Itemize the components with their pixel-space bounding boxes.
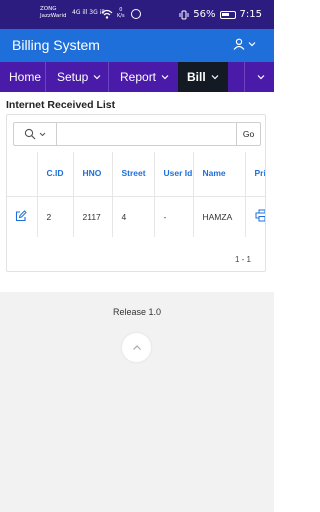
page-title: Internet Received List <box>6 99 116 111</box>
nav-report-label: Report <box>120 70 157 84</box>
go-button[interactable]: Go <box>236 123 260 145</box>
chevron-down-icon <box>93 75 101 80</box>
cell-hno: 2117 <box>73 196 113 237</box>
search-icon <box>24 128 36 140</box>
column-header-hno[interactable]: HNO <box>73 152 113 197</box>
table-row: 2 2117 4 - HAMZA <box>7 196 265 237</box>
chevron-down-icon <box>39 132 46 136</box>
clock: 7:15 <box>239 9 262 20</box>
user-icon <box>233 38 245 50</box>
status-right: 56% 7:15 <box>179 9 262 20</box>
user-menu[interactable] <box>233 38 256 50</box>
carrier-info: ZONG JazzWarid <box>40 6 67 20</box>
report-panel: Go C.ID HNO Street User Id Name Pri 2 21… <box>6 114 266 272</box>
battery-percent: 56% <box>193 9 216 20</box>
nav-home-label: Home <box>9 70 42 84</box>
chevron-down-icon <box>161 75 169 80</box>
search-column-selector[interactable] <box>14 123 57 145</box>
table-header-row: C.ID HNO Street User Id Name Pri <box>7 152 265 197</box>
nav-bill-label: Bill <box>187 70 206 84</box>
edit-icon[interactable] <box>15 209 27 222</box>
column-header-street[interactable]: Street <box>112 152 155 197</box>
column-header-edit <box>7 152 38 197</box>
chevron-down-icon <box>248 42 256 47</box>
column-header-name[interactable]: Name <box>193 152 246 197</box>
battery-icon <box>219 10 236 19</box>
nav-divider <box>108 62 109 92</box>
column-header-print[interactable]: Pri <box>245 152 265 197</box>
cell-user-id: - <box>154 196 194 237</box>
nav-bill[interactable]: Bill <box>178 62 228 92</box>
scroll-top-button[interactable] <box>122 333 151 362</box>
pagination-info: 1 - 1 <box>234 255 251 264</box>
print-cell <box>245 196 265 237</box>
speed-unit: K/s <box>117 13 125 19</box>
chevron-down-icon <box>211 75 219 80</box>
nav-setup-label: Setup <box>57 70 89 84</box>
nav-report[interactable]: Report <box>120 62 169 92</box>
cell-cid: 2 <box>37 196 74 237</box>
nav-setup[interactable]: Setup <box>57 62 101 92</box>
footer: Release 1.0 <box>0 292 274 512</box>
main-nav: Home Setup Report Bill <box>0 62 274 92</box>
nav-divider <box>244 62 245 92</box>
release-version: Release 1.0 <box>112 307 162 317</box>
nav-home[interactable]: Home <box>9 62 41 92</box>
nav-divider <box>45 62 46 92</box>
carrier-primary: ZONG <box>40 6 57 12</box>
app-title: Billing System <box>12 37 100 53</box>
wifi-icon <box>101 9 113 19</box>
chevron-up-icon <box>132 345 141 350</box>
app-bar: Billing System <box>0 29 274 62</box>
network-speed: 0 K/s <box>117 7 125 19</box>
cell-name: HAMZA <box>193 196 246 237</box>
edit-cell <box>7 196 38 237</box>
search-input[interactable] <box>57 123 236 145</box>
chevron-down-icon <box>257 75 265 80</box>
column-header-cid[interactable]: C.ID <box>37 152 74 197</box>
cell-street: 4 <box>112 196 155 237</box>
print-icon[interactable] <box>255 209 266 222</box>
status-bar: ZONG JazzWarid 4G ill 3G ill 0 K/s 56% 7… <box>0 0 274 29</box>
search-bar: Go <box>13 122 261 146</box>
signal-indicator: 4G ill 3G ill <box>72 9 105 16</box>
whatsapp-icon <box>131 9 141 19</box>
column-header-user-id[interactable]: User Id <box>154 152 194 197</box>
vibrate-icon <box>179 10 189 19</box>
carrier-secondary: JazzWarid <box>40 13 67 19</box>
report-table: C.ID HNO Street User Id Name Pri 2 2117 … <box>7 152 265 237</box>
nav-more[interactable] <box>257 62 265 92</box>
